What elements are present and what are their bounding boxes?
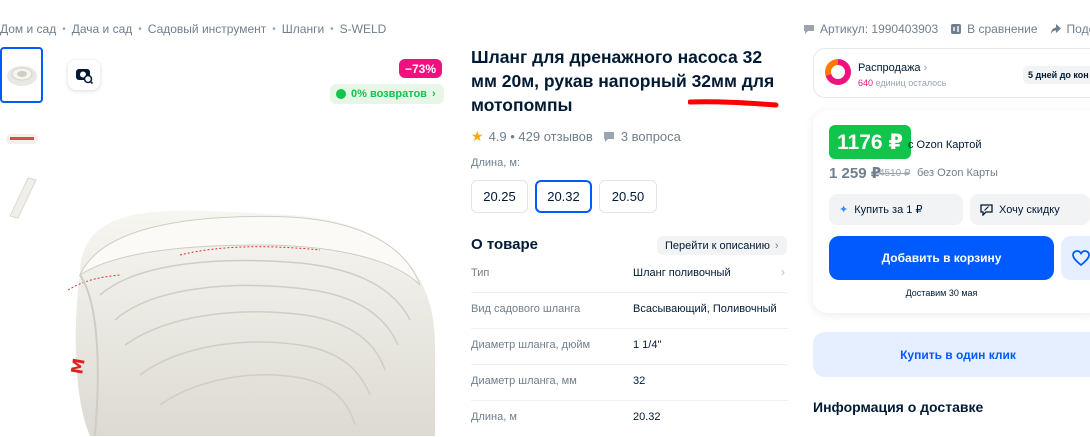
breadcrumb-item-brand[interactable]: S-WELD	[340, 22, 387, 36]
hose-label-thumbnail	[5, 134, 38, 144]
sale-units-count: 640	[858, 78, 874, 88]
compare-label: В сравнение	[967, 22, 1038, 36]
sale-units-text: единиц осталось	[875, 78, 947, 88]
delivery-date: Доставим 30 мая	[905, 288, 978, 298]
top-actions: Артикул: 1990403903 В сравнение Подели	[803, 22, 1090, 36]
chevron-right-icon[interactable]: ›	[781, 265, 785, 279]
spec-key: Длина, м	[471, 411, 517, 423]
spec-value: Шланг поливочный	[633, 267, 731, 279]
length-option-selected[interactable]: 20.32	[535, 180, 592, 213]
length-label: Длина, м:	[471, 157, 520, 169]
sale-logo-icon	[825, 59, 851, 85]
spec-row: Тип Шланг поливочный ›	[471, 257, 788, 293]
sale-title: Распродажа	[858, 62, 921, 74]
star-icon: ★	[471, 128, 484, 144]
want-discount-label: Хочу скидку	[999, 203, 1060, 216]
regular-price: 1 259 ₽	[829, 165, 882, 182]
buy-for-1-button[interactable]: ✦ Купить за 1 ₽	[829, 194, 963, 225]
sale-name: Распродажа ›	[858, 62, 927, 74]
goto-description-label: Перейти к описанию	[665, 239, 770, 252]
chevron-right-icon: ›	[774, 239, 779, 252]
no-card-label: без Ozon Карты	[917, 167, 998, 179]
spec-key: Вид садового шланга	[471, 303, 581, 315]
goto-description-button[interactable]: Перейти к описанию ›	[657, 236, 787, 255]
photo-search-button[interactable]	[68, 60, 100, 90]
reviews-count[interactable]: 429 отзывов	[518, 129, 592, 144]
compare-button[interactable]: В сравнение	[950, 22, 1038, 36]
thumbnail-1[interactable]	[0, 47, 43, 103]
spec-value: 1 1/4"	[633, 339, 662, 351]
buy-for-1-label: Купить за 1 ₽	[854, 204, 923, 216]
article-label: Артикул: 1990403903	[820, 22, 939, 36]
chevron-right-icon: ›	[923, 62, 928, 74]
hose-roll-thumbnail	[6, 66, 37, 86]
favorite-button[interactable]	[1061, 236, 1090, 280]
breadcrumb: Дом и сад • Дача и сад • Садовый инструм…	[0, 22, 386, 36]
length-option[interactable]: 20.25	[471, 180, 528, 213]
discount-badge: −73%	[399, 59, 443, 78]
question-icon	[603, 131, 614, 142]
breadcrumb-item-hoses[interactable]: Шланги	[282, 22, 324, 36]
camera-search-icon	[76, 69, 93, 84]
rating-row[interactable]: ★ 4.9 • 429 отзывов 3 вопроса	[471, 128, 681, 145]
share-label: Подели	[1066, 22, 1090, 36]
breadcrumb-separator: •	[62, 23, 66, 35]
spec-key: Тип	[471, 267, 490, 279]
spec-row: Длина, м 20.32	[471, 401, 788, 437]
compare-icon	[951, 24, 962, 34]
sale-units: 640 единиц осталось	[858, 78, 946, 88]
chat-icon	[804, 25, 814, 34]
want-discount-button[interactable]: Хочу скидку	[970, 194, 1090, 225]
old-price: 4510 ₽	[879, 168, 911, 179]
heart-icon	[1072, 250, 1090, 266]
spec-row: Диаметр шланга, мм 32	[471, 365, 788, 401]
card-price-label: с Ozon Картой	[908, 139, 982, 151]
breadcrumb-item-home-garden[interactable]: Дом и сад	[0, 22, 56, 36]
card-price: 1176 ₽	[829, 125, 912, 159]
about-title: О товаре	[471, 236, 539, 253]
delivery-info-title: Информация о доставке	[813, 399, 984, 415]
breadcrumb-separator: •	[272, 23, 276, 35]
chevron-right-icon: ›	[431, 88, 436, 100]
spec-row: Диаметр шланга, дюйм 1 1/4"	[471, 329, 788, 365]
spec-key: Диаметр шланга, дюйм	[471, 339, 591, 351]
breadcrumb-separator: •	[330, 23, 334, 35]
rating-value: 4.9	[488, 129, 507, 144]
spec-value: 20.32	[633, 411, 661, 423]
length-option[interactable]: 20.50	[599, 180, 657, 213]
thumbnail-2[interactable]	[0, 110, 43, 166]
rating-separator: •	[506, 129, 519, 144]
returns-label: 0% возвратов	[351, 88, 427, 100]
spec-value: 32	[633, 375, 646, 387]
svg-text:M: M	[67, 357, 88, 376]
red-underline-annotation	[688, 99, 779, 108]
questions-count[interactable]: 3 вопроса	[621, 129, 681, 144]
breadcrumb-item-tools[interactable]: Садовый инструмент	[148, 22, 266, 36]
returns-badge[interactable]: 0% возвратов ›	[330, 84, 444, 104]
add-to-cart-button[interactable]: Добавить в корзину	[829, 236, 1054, 280]
breadcrumb-separator: •	[138, 23, 142, 35]
return-icon	[336, 89, 346, 99]
discount-chat-icon	[980, 204, 993, 216]
spec-row: Вид садового шланга Всасывающий, Поливоч…	[471, 293, 788, 329]
sparkle-icon: ✦	[839, 204, 849, 216]
article-number[interactable]: Артикул: 1990403903	[803, 22, 938, 36]
share-button[interactable]: Подели	[1050, 22, 1090, 36]
spec-key: Диаметр шланга, мм	[471, 375, 577, 387]
thumbnail-3[interactable]	[0, 170, 43, 226]
hose-unrolled-thumbnail	[8, 177, 37, 219]
one-click-button[interactable]: Купить в один клик	[813, 332, 1090, 377]
breadcrumb-item-dacha[interactable]: Дача и сад	[72, 22, 133, 36]
spec-value: Всасывающий, Поливочный	[633, 303, 777, 315]
share-icon	[1050, 24, 1061, 34]
sale-days-badge: 5 дней до кон	[1023, 66, 1090, 84]
